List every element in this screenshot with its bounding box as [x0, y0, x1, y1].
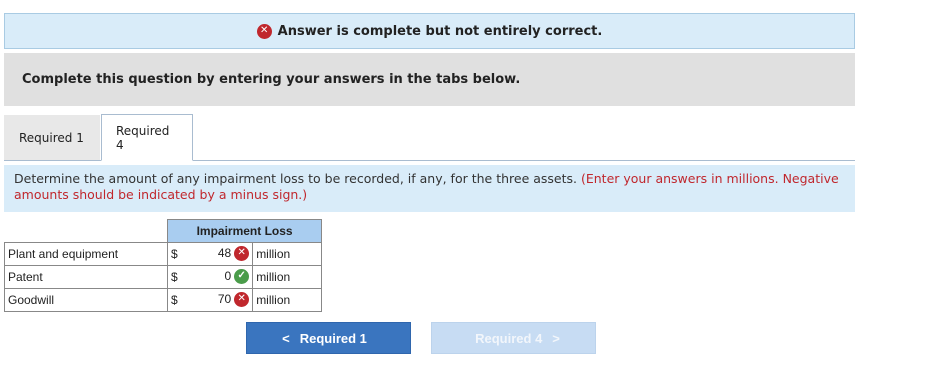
answer-value: 70 — [217, 292, 232, 307]
unit-label: million — [252, 288, 323, 312]
answer-status-banner: ✕ Answer is complete but not entirely co… — [4, 13, 855, 49]
answer-input[interactable]: 70 ✕ — [180, 288, 254, 312]
unit-label: million — [252, 242, 323, 266]
question-text: Determine the amount of any impairment l… — [14, 171, 577, 186]
table-row: Plant and equipment $ 48 ✕ million — [4, 242, 323, 266]
incorrect-icon: ✕ — [234, 245, 250, 261]
correct-check-icon: ✓ — [234, 268, 250, 284]
impairment-table: Impairment Loss Plant and equipment $ 48… — [4, 219, 323, 312]
incorrect-icon: ✕ — [234, 291, 250, 307]
table-row: Patent $ 0 ✓ million — [4, 265, 323, 289]
table-header-row: Impairment Loss — [5, 219, 323, 243]
chevron-left-icon: < — [282, 330, 290, 346]
row-label: Goodwill — [4, 288, 168, 312]
table-row: Goodwill $ 70 ✕ million — [4, 288, 323, 312]
tab-strip: Required 1 Required 4 — [4, 114, 193, 161]
next-button-label: Required 4 — [475, 330, 543, 346]
column-header-impairment-loss: Impairment Loss — [166, 219, 323, 243]
next-required-4-button[interactable]: Required 4 > — [431, 322, 596, 354]
answer-input[interactable]: 48 ✕ — [180, 242, 254, 266]
currency-symbol: $ — [166, 265, 181, 289]
currency-symbol: $ — [166, 288, 181, 312]
row-label: Plant and equipment — [4, 242, 168, 266]
previous-required-1-button[interactable]: < Required 1 — [246, 322, 411, 354]
answer-value: 48 — [217, 246, 232, 261]
prev-button-label: Required 1 — [299, 330, 367, 346]
banner-text: Answer is complete but not entirely corr… — [277, 23, 603, 39]
chevron-right-icon: > — [552, 330, 560, 346]
question-panel: Determine the amount of any impairment l… — [4, 165, 855, 212]
row-label: Patent — [4, 265, 168, 289]
tab-required-4[interactable]: Required 4 — [101, 114, 193, 161]
instruction-bar: Complete this question by entering your … — [4, 53, 855, 106]
unit-label: million — [252, 265, 323, 289]
instruction-text: Complete this question by entering your … — [22, 72, 521, 87]
tab-required-1[interactable]: Required 1 — [4, 115, 100, 161]
answer-value: 0 — [224, 269, 232, 284]
currency-symbol: $ — [166, 242, 181, 266]
answer-input[interactable]: 0 ✓ — [180, 265, 254, 289]
header-blank-cell — [5, 220, 168, 243]
x-circle-icon: ✕ — [256, 23, 272, 39]
